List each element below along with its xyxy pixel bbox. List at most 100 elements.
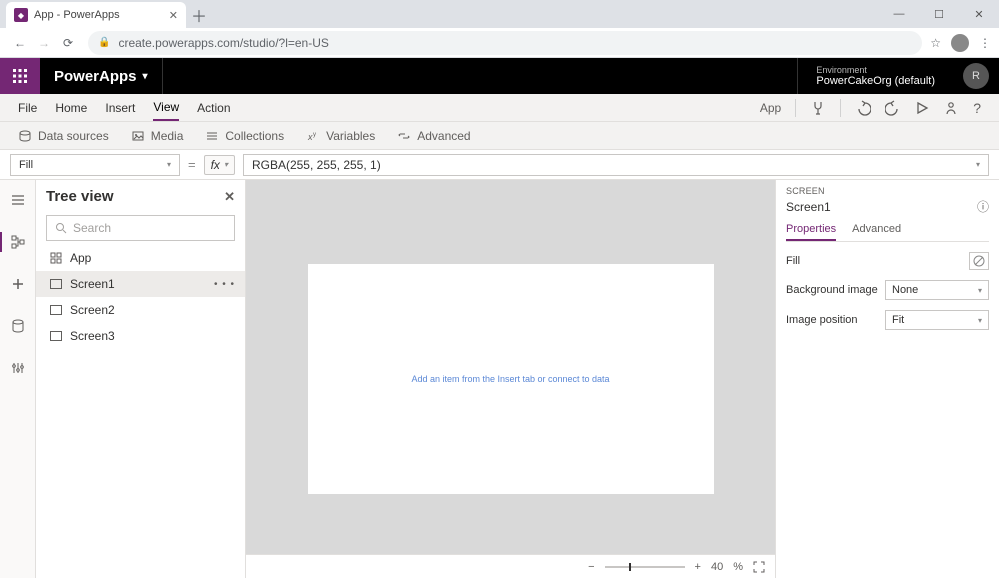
brand-dropdown[interactable]: PowerApps ▾ bbox=[40, 58, 163, 94]
screen-icon bbox=[50, 279, 62, 289]
fill-color-picker[interactable] bbox=[969, 252, 989, 270]
ribbon-label: Variables bbox=[326, 129, 375, 143]
bg-image-select[interactable]: None ▾ bbox=[885, 280, 989, 300]
app-icon bbox=[50, 252, 62, 264]
ribbon-media[interactable]: Media bbox=[131, 129, 184, 143]
ribbon-variables[interactable]: xy Variables bbox=[306, 129, 375, 143]
tree-item-screen1[interactable]: Screen1 • • • bbox=[36, 271, 245, 297]
formula-input[interactable]: RGBA(255, 255, 255, 1) ▾ bbox=[243, 154, 989, 176]
user-avatar[interactable]: R bbox=[963, 63, 989, 89]
rail-hamburger[interactable] bbox=[4, 186, 32, 214]
more-options-button[interactable]: • • • bbox=[214, 279, 235, 290]
view-ribbon: Data sources Media Collections xy Variab… bbox=[0, 122, 999, 150]
property-name: Fill bbox=[19, 159, 33, 171]
chevron-down-icon: ▾ bbox=[978, 286, 982, 295]
tab-title: App - PowerApps bbox=[34, 9, 120, 21]
tab-advanced[interactable]: Advanced bbox=[852, 223, 901, 241]
zoom-in-button[interactable]: + bbox=[695, 561, 701, 573]
redo-button[interactable] bbox=[885, 100, 901, 116]
bookmark-icon[interactable]: ☆ bbox=[930, 36, 941, 50]
ribbon-advanced[interactable]: Advanced bbox=[397, 129, 470, 143]
reload-button[interactable]: ⟳ bbox=[56, 31, 80, 55]
prop-label: Background image bbox=[786, 284, 885, 296]
help-button[interactable]: ? bbox=[973, 100, 981, 116]
select-value: None bbox=[892, 284, 918, 296]
canvas-hint-text: Add an item from the Insert tab or conne… bbox=[411, 374, 609, 384]
ribbon-label: Media bbox=[151, 129, 184, 143]
window-controls: — ☐ ✕ bbox=[879, 0, 999, 28]
prop-label: Image position bbox=[786, 314, 885, 326]
ribbon-data-sources[interactable]: Data sources bbox=[18, 129, 109, 143]
browser-tab[interactable]: ◆ App - PowerApps ✕ bbox=[6, 2, 186, 28]
play-button[interactable] bbox=[915, 101, 929, 115]
separator bbox=[795, 99, 796, 117]
menu-insert[interactable]: Insert bbox=[105, 94, 135, 121]
forward-button[interactable]: → bbox=[32, 31, 56, 55]
zoom-slider[interactable] bbox=[605, 566, 685, 568]
tree-view-title: Tree view bbox=[46, 188, 114, 205]
prop-row-fill: Fill bbox=[786, 252, 989, 270]
menu-action[interactable]: Action bbox=[197, 94, 230, 121]
props-info-icon[interactable]: ⓘ bbox=[977, 198, 989, 215]
share-button[interactable] bbox=[943, 100, 959, 116]
rail-insert[interactable] bbox=[4, 270, 32, 298]
undo-button[interactable] bbox=[855, 100, 871, 116]
screen-icon bbox=[50, 305, 62, 315]
chevron-down-icon: ▾ bbox=[976, 160, 980, 169]
tree-item-screen3[interactable]: Screen3 bbox=[36, 323, 245, 349]
chevron-down-icon: ▾ bbox=[978, 316, 982, 325]
select-value: Fit bbox=[892, 314, 904, 326]
fx-button[interactable]: fx ▾ bbox=[204, 155, 235, 175]
app-label[interactable]: App bbox=[760, 101, 781, 115]
brand-label: PowerApps bbox=[54, 68, 137, 85]
close-icon[interactable]: ✕ bbox=[169, 9, 178, 22]
screen-canvas[interactable]: Add an item from the Insert tab or conne… bbox=[308, 264, 714, 494]
url-text: create.powerapps.com/studio/?l=en-US bbox=[118, 36, 328, 50]
tree-item-label: Screen3 bbox=[70, 329, 115, 343]
rail-data[interactable] bbox=[4, 312, 32, 340]
minimize-button[interactable]: — bbox=[879, 0, 919, 28]
close-window-button[interactable]: ✕ bbox=[959, 0, 999, 28]
environment-name: PowerCakeOrg (default) bbox=[816, 75, 935, 87]
property-selector[interactable]: Fill ▾ bbox=[10, 154, 180, 176]
new-tab-button[interactable]: ＋ bbox=[186, 2, 212, 28]
fit-screen-button[interactable] bbox=[753, 561, 765, 573]
prop-row-bg-image: Background image None ▾ bbox=[786, 280, 989, 300]
search-icon bbox=[55, 222, 67, 234]
lock-icon: 🔒 bbox=[98, 37, 110, 48]
url-input[interactable]: 🔒 create.powerapps.com/studio/?l=en-US bbox=[88, 31, 922, 55]
props-tabs: Properties Advanced bbox=[786, 223, 989, 242]
maximize-button[interactable]: ☐ bbox=[919, 0, 959, 28]
search-placeholder: Search bbox=[73, 221, 111, 235]
browser-tab-strip: ◆ App - PowerApps ✕ ＋ — ☐ ✕ bbox=[0, 0, 999, 28]
rail-advanced-tools[interactable] bbox=[4, 354, 32, 382]
fx-icon: fx bbox=[211, 158, 220, 172]
tab-properties[interactable]: Properties bbox=[786, 223, 836, 241]
menu-home[interactable]: Home bbox=[55, 94, 87, 121]
zoom-out-button[interactable]: − bbox=[588, 561, 594, 573]
tree-search-input[interactable]: Search bbox=[46, 215, 235, 241]
tree-item-label: Screen1 bbox=[70, 277, 115, 291]
formula-value: RGBA(255, 255, 255, 1) bbox=[252, 158, 381, 172]
main-area: Tree view ✕ Search App Screen1 • • • Scr… bbox=[0, 180, 999, 578]
back-button[interactable]: ← bbox=[8, 31, 32, 55]
tree-view-panel: Tree view ✕ Search App Screen1 • • • Scr… bbox=[36, 180, 246, 578]
app-checker-icon[interactable] bbox=[810, 100, 826, 116]
menu-view[interactable]: View bbox=[153, 94, 179, 121]
close-panel-button[interactable]: ✕ bbox=[224, 189, 235, 205]
menu-file[interactable]: File bbox=[18, 94, 37, 121]
tree-item-label: App bbox=[70, 251, 91, 265]
zoom-value: 40 bbox=[711, 561, 723, 573]
properties-panel: SCREEN Screen1 ⓘ Properties Advanced Fil… bbox=[775, 180, 999, 578]
tree-item-screen2[interactable]: Screen2 bbox=[36, 297, 245, 323]
tree-item-app[interactable]: App bbox=[36, 245, 245, 271]
ribbon-collections[interactable]: Collections bbox=[205, 129, 284, 143]
environment-picker[interactable]: Environment PowerCakeOrg (default) bbox=[797, 58, 953, 94]
app-launcher-button[interactable] bbox=[0, 58, 40, 94]
browser-menu-icon[interactable]: ⋮ bbox=[979, 36, 991, 50]
profile-avatar[interactable] bbox=[951, 34, 969, 52]
equals-sign: = bbox=[188, 157, 196, 172]
advanced-icon bbox=[397, 129, 411, 143]
image-position-select[interactable]: Fit ▾ bbox=[885, 310, 989, 330]
rail-tree-view[interactable] bbox=[4, 228, 32, 256]
